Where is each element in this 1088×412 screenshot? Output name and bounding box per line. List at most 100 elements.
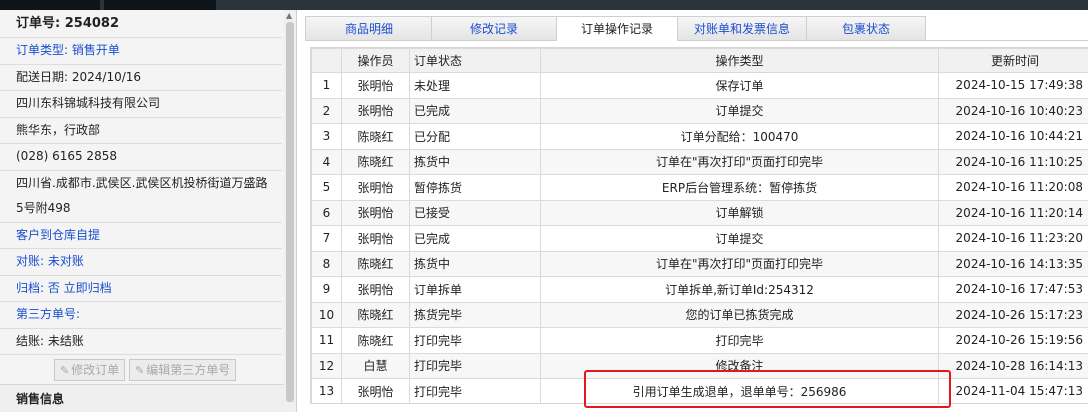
tab-statement-invoice[interactable]: 对账单和发票信息	[677, 16, 807, 40]
table-row[interactable]: 1 张明怡 未处理 保存订单 2024-10-15 17:49:38	[311, 72, 1088, 99]
col-index	[311, 48, 342, 73]
update-time: 2024-10-16 17:47:53	[938, 276, 1088, 303]
order-status: 打印完毕	[409, 327, 541, 354]
operator: 陈晓红	[341, 148, 410, 175]
table-row[interactable]: 9 张明怡 订单拆单 订单拆单,新订单Id:254312 2024-10-16 17:4…	[311, 276, 1088, 303]
update-time: 2024-10-16 11:23:20	[938, 225, 1088, 252]
table-row[interactable]: 11 陈晓红 打印完毕 打印完毕 2024-10-26 15:19:56	[311, 327, 1088, 354]
col-operator[interactable]: 操作员	[341, 48, 410, 73]
order-status: 未处理	[409, 72, 541, 99]
address-line-2: 5号附498	[0, 196, 282, 223]
action-buttons: ✎ 修改订单 ✎ 编辑第三方单号	[0, 355, 282, 386]
tab-order-operation-log[interactable]: 订单操作记录	[556, 16, 678, 41]
tab-modify-log[interactable]: 修改记录	[431, 16, 557, 40]
operator: 张明怡	[341, 174, 410, 201]
table-row[interactable]: 7 张明怡 已完成 订单提交 2024-10-16 11:23:20	[311, 225, 1088, 252]
company-name: 四川东科锦城科技有限公司	[0, 91, 282, 118]
table-row[interactable]: 5 张明怡 暂停拣货 ERP后台管理系统：暂停拣货 2024-10-16 11:20:0…	[311, 174, 1088, 201]
modify-order-button[interactable]: ✎ 修改订单	[54, 359, 126, 381]
operation-log-table: 操作员 订单状态 操作类型 更新时间 1 张明怡 未处理 保存订单 2024-10-15…	[310, 47, 1088, 404]
order-type: 订单类型: 销售开单	[0, 38, 282, 65]
operation-type: 订单在"再次打印"页面打印完毕	[540, 250, 939, 277]
table-row[interactable]: 4 陈晓红 拣货中 订单在"再次打印"页面打印完毕 2024-10-16 11:10:2…	[311, 148, 1088, 175]
order-status: 打印完毕	[409, 378, 541, 403]
table-header: 操作员 订单状态 操作类型 更新时间	[311, 48, 1088, 73]
top-bar	[0, 0, 1088, 10]
operator: 陈晓红	[341, 250, 410, 277]
top-tab-2[interactable]	[104, 0, 216, 10]
operator: 白慧	[341, 352, 410, 379]
row-index: 2	[311, 97, 342, 124]
phone-number: (028) 6165 2858	[0, 144, 282, 171]
order-status: 拣货完毕	[409, 301, 541, 328]
sales-info-section[interactable]: 销售信息	[0, 384, 296, 412]
order-status: 订单拆单	[409, 276, 541, 303]
order-status: 暂停拣货	[409, 174, 541, 201]
pickup-method[interactable]: 客户到仓库自提	[0, 223, 282, 249]
operator: 张明怡	[341, 378, 410, 403]
operator: 陈晓红	[341, 301, 410, 328]
row-index: 12	[311, 352, 342, 379]
operation-type: 订单解锁	[540, 199, 939, 226]
col-update-time[interactable]: 更新时间	[938, 48, 1088, 73]
operator: 张明怡	[341, 72, 410, 99]
tab-product-details[interactable]: 商品明细	[305, 16, 433, 40]
row-index: 8	[311, 250, 342, 277]
operator: 陈晓红	[341, 327, 410, 354]
row-index: 4	[311, 148, 342, 175]
row-index: 6	[311, 199, 342, 226]
table-row[interactable]: 2 张明怡 已完成 订单提交 2024-10-16 10:40:23	[311, 97, 1088, 124]
order-status: 已接受	[409, 199, 541, 226]
settle-status: 结账: 未结账	[0, 329, 282, 355]
edit-third-party-button[interactable]: ✎ 编辑第三方单号	[129, 359, 237, 381]
order-status: 已完成	[409, 97, 541, 124]
operator: 张明怡	[341, 225, 410, 252]
update-time: 2024-10-16 11:10:25	[938, 148, 1088, 175]
row-index: 7	[311, 225, 342, 252]
row-index: 9	[311, 276, 342, 303]
row-index: 13	[311, 378, 342, 403]
update-time: 2024-10-16 10:40:23	[938, 97, 1088, 124]
operation-type: 订单拆单,新订单Id:254312	[540, 276, 939, 303]
table-row[interactable]: 10 陈晓红 拣货完毕 您的订单已拣货完成 2024-10-26 15:17:23	[311, 301, 1088, 328]
order-info-panel: 订单号: 254082 订单类型: 销售开单 配送日期: 2024/10/16 …	[0, 10, 297, 412]
scroll-up-icon[interactable]: ▲	[286, 11, 292, 20]
order-status: 拣货中	[409, 250, 541, 277]
table-row[interactable]: 8 陈晓红 拣货中 订单在"再次打印"页面打印完毕 2024-10-16 14:13:3…	[311, 250, 1088, 277]
operation-type: 订单提交	[540, 97, 939, 124]
row-index: 10	[311, 301, 342, 328]
edit-icon: ✎	[60, 364, 70, 377]
reconcile-status[interactable]: 对账: 未对账	[0, 249, 282, 276]
highlight-box	[584, 370, 951, 408]
delivery-date: 配送日期: 2024/10/16	[0, 65, 282, 91]
operator: 陈晓红	[341, 123, 410, 150]
col-order-status[interactable]: 订单状态	[409, 48, 541, 73]
operation-type: 订单提交	[540, 225, 939, 252]
update-time: 2024-10-16 10:44:21	[938, 123, 1088, 150]
order-status: 已完成	[409, 225, 541, 252]
third-party-number[interactable]: 第三方单号:	[0, 302, 282, 329]
scrollbar-thumb[interactable]	[286, 22, 294, 402]
detail-tabs: 商品明细 修改记录 订单操作记录 对账单和发票信息 包裹状态	[305, 16, 1088, 41]
update-time: 2024-11-04 15:47:13	[938, 378, 1088, 403]
operator: 张明怡	[341, 276, 410, 303]
row-index: 5	[311, 174, 342, 201]
order-number: 订单号: 254082	[0, 10, 282, 38]
update-time: 2024-10-26 15:17:23	[938, 301, 1088, 328]
operation-type: 保存订单	[540, 72, 939, 99]
row-index: 3	[311, 123, 342, 150]
row-index: 1	[311, 72, 342, 99]
tab-package-status[interactable]: 包裹状态	[806, 16, 926, 40]
update-time: 2024-10-15 17:49:38	[938, 72, 1088, 99]
address-line-1: 四川省.成都市.武侯区.武侯区机投桥街道万盛路	[16, 175, 268, 190]
table-row[interactable]: 3 陈晓红 已分配 订单分配给：100470 2024-10-16 10:44:21	[311, 123, 1088, 150]
col-operation-type[interactable]: 操作类型	[540, 48, 939, 73]
order-status: 拣货中	[409, 148, 541, 175]
top-tab-1[interactable]	[0, 0, 100, 10]
update-time: 2024-10-16 11:20:08	[938, 174, 1088, 201]
left-scrollbar[interactable]: ▲	[284, 10, 296, 412]
edit-icon: ✎	[135, 364, 145, 377]
operation-type: 订单分配给：100470	[540, 123, 939, 150]
archive-status[interactable]: 归档: 否 立即归档	[0, 276, 282, 302]
table-row[interactable]: 6 张明怡 已接受 订单解锁 2024-10-16 11:20:14	[311, 199, 1088, 226]
